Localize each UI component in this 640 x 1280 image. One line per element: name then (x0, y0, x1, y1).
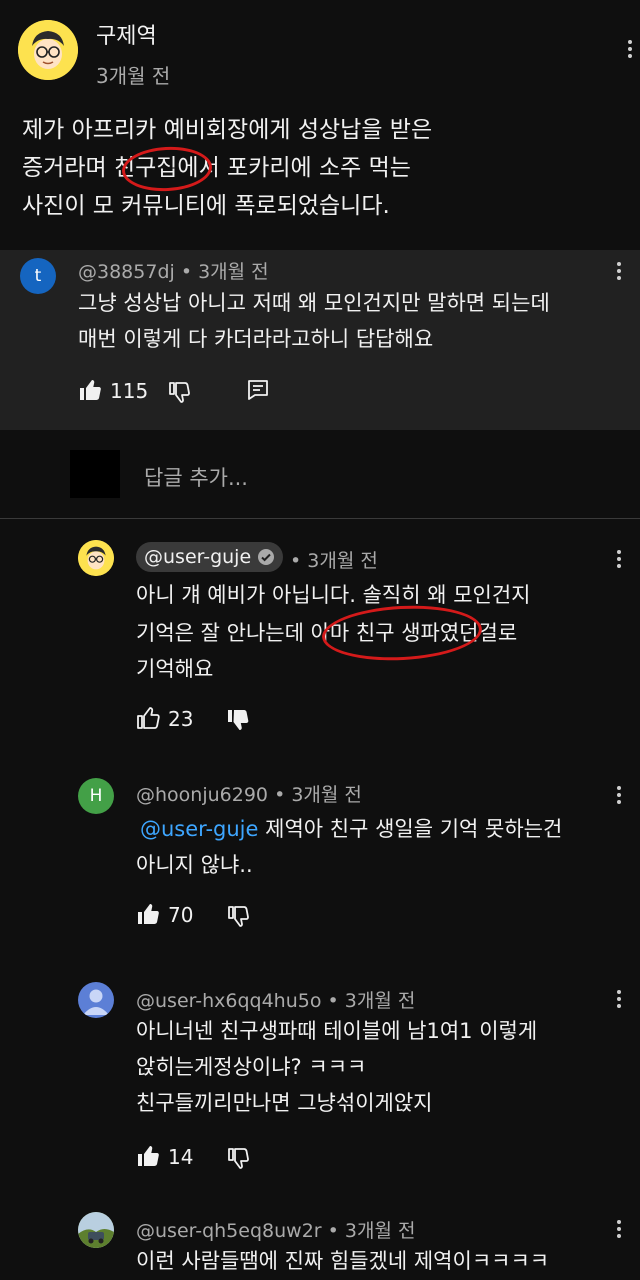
reply-more-icon[interactable] (616, 990, 622, 1011)
reply-author[interactable]: @hoonju6290 (136, 784, 268, 806)
reply-line: 친구들끼리만나면 그냥섞이게앉지 (136, 1091, 433, 1115)
op-author[interactable]: 구제역 (96, 18, 157, 50)
reply-meta: • 3개월 전 (290, 546, 378, 573)
reply-avatar[interactable]: H (78, 778, 114, 814)
like-count: 23 (168, 707, 194, 731)
reply-icon[interactable] (246, 378, 270, 402)
cartoon-face-icon (18, 20, 78, 80)
op-line: 제가 아프리카 예비회장에게 성상납을 받은 (22, 117, 433, 143)
verified-check-icon (258, 549, 275, 565)
avatar-letter: H (89, 786, 103, 806)
thumbs-down-icon[interactable] (226, 1146, 250, 1170)
reply-line: 이런 사람들땜에 진짜 힘들겠네 제역이ㅋㅋㅋㅋ (136, 1249, 550, 1273)
op-avatar[interactable] (18, 20, 78, 80)
reply-author: @user-guje (144, 546, 252, 568)
reply-more-icon[interactable] (616, 550, 622, 571)
thumbs-down-icon[interactable] (167, 380, 191, 404)
like-count: 14 (168, 1145, 194, 1169)
reply-meta: @hoonju6290 • 3개월 전 (136, 780, 362, 807)
op-more-icon[interactable] (627, 40, 633, 61)
reply-meta: @user-hx6qq4hu5o • 3개월 전 (136, 986, 415, 1013)
comment-avatar[interactable]: t (20, 258, 56, 294)
reply-line: 기억은 잘 안나는데 아마 친구 생파였던걸로 (136, 621, 518, 645)
reply-meta: @user-qh5eq8uw2r • 3개월 전 (136, 1216, 415, 1243)
user-avatar-placeholder (70, 450, 120, 498)
reply-avatar[interactable] (78, 1212, 114, 1248)
separator: • (327, 990, 339, 1012)
comment-header: @38857dj • 3개월 전 (78, 257, 269, 284)
comment-time: 3개월 전 (198, 261, 269, 283)
add-reply-input[interactable]: 답글 추가... (144, 462, 248, 492)
reply-line: @user-guje 제역아 친구 생일을 기억 못하는건 (140, 810, 562, 848)
op-line: 증거라며 친구집에서 포카리에 소주 먹는 (22, 155, 411, 181)
landscape-photo-icon (78, 1212, 114, 1248)
comment-more-icon[interactable] (616, 262, 622, 283)
separator: • (180, 261, 193, 283)
separator: • (274, 784, 286, 806)
comment-line: 그냥 성상납 아니고 저때 왜 모인건지만 말하면 되는데 (78, 291, 550, 315)
thumbs-down-filled-icon[interactable] (226, 708, 250, 732)
creator-badge[interactable]: @user-guje (136, 542, 284, 572)
separator: • (290, 550, 302, 572)
reply-time: 3개월 전 (344, 990, 416, 1012)
default-user-icon (83, 989, 109, 1015)
reply-line: 기억해요 (136, 657, 214, 681)
thumbs-up-outline-icon[interactable] (136, 706, 160, 730)
reply-line: 아니지 않냐.. (136, 853, 253, 877)
thumbs-up-icon[interactable] (136, 902, 160, 926)
like-count: 115 (110, 379, 149, 403)
reply-line-text: 제역아 친구 생일을 기억 못하는건 (265, 817, 563, 841)
reply-line: 아니 걔 예비가 아닙니다. 솔직히 왜 모인건지 (136, 583, 531, 607)
reply-time: 3개월 전 (307, 550, 378, 572)
reply-avatar[interactable] (78, 982, 114, 1018)
reply-avatar-creator[interactable] (78, 540, 114, 576)
like-count: 70 (168, 903, 194, 927)
reply-line: 앉히는게정상이냐? ㅋㅋㅋ (136, 1055, 367, 1079)
thumbs-up-icon[interactable] (78, 378, 102, 402)
cartoon-face-icon (78, 540, 114, 576)
highlighted-comment-panel: t @38857dj • 3개월 전 그냥 성상납 아니고 저때 왜 모인건지만… (0, 250, 640, 430)
divider (0, 518, 640, 519)
reply-author[interactable]: @user-hx6qq4hu5o (136, 990, 321, 1012)
reply-time: 3개월 전 (344, 1220, 416, 1242)
comment-author[interactable]: @38857dj (78, 261, 175, 283)
reply-more-icon[interactable] (616, 786, 622, 807)
thumbs-down-icon[interactable] (226, 904, 250, 928)
reply-more-icon[interactable] (616, 1220, 622, 1241)
op-time: 3개월 전 (96, 64, 171, 88)
op-line: 사진이 모 커뮤니티에 폭로되었습니다. (22, 193, 390, 219)
separator: • (327, 1220, 339, 1242)
mention-link[interactable]: @user-guje (140, 817, 258, 841)
comment-line: 매번 이렇게 다 카더라라고하니 답답해요 (78, 327, 434, 351)
reply-line: 아니너넨 친구생파때 테이블에 남1여1 이렇게 (136, 1019, 538, 1043)
reply-author[interactable]: @user-qh5eq8uw2r (136, 1220, 322, 1242)
thumbs-up-icon[interactable] (136, 1144, 160, 1168)
avatar-letter: t (34, 266, 42, 286)
reply-time: 3개월 전 (291, 784, 362, 806)
